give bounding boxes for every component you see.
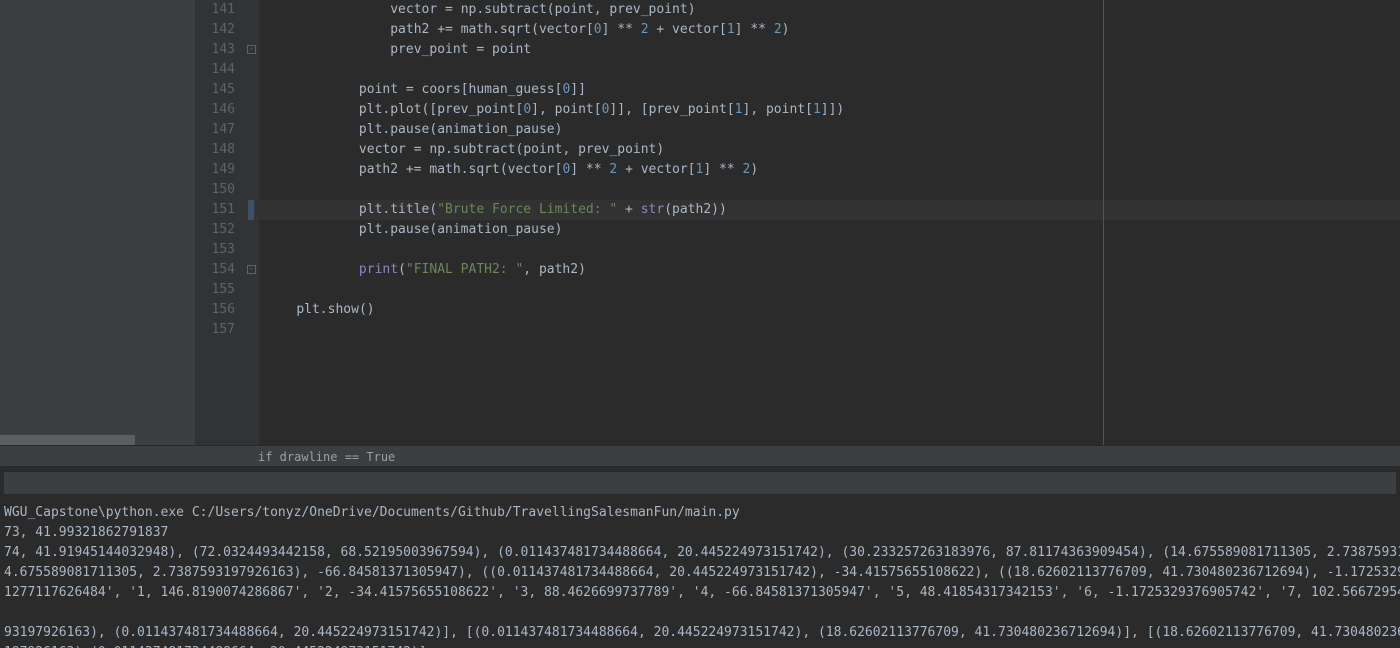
- line-number[interactable]: 145: [195, 80, 235, 100]
- code-line[interactable]: plt.pause(animation_pause): [259, 120, 1400, 140]
- code-line[interactable]: vector = np.subtract(point, prev_point): [259, 0, 1400, 20]
- scrollbar-thumb[interactable]: [0, 435, 135, 445]
- line-number[interactable]: 143: [195, 40, 235, 60]
- line-number[interactable]: 156: [195, 300, 235, 320]
- editor-area: 1411421431441451461471481491501511521531…: [0, 0, 1400, 445]
- line-number[interactable]: 142: [195, 20, 235, 40]
- project-panel: [0, 0, 195, 445]
- code-line[interactable]: point = coors[human_guess[0]]: [259, 80, 1400, 100]
- code-line[interactable]: prev_point = point: [259, 40, 1400, 60]
- line-number[interactable]: 150: [195, 180, 235, 200]
- code-line[interactable]: path2 += math.sqrt(vector[0] ** 2 + vect…: [259, 20, 1400, 40]
- code-line[interactable]: path2 += math.sqrt(vector[0] ** 2 + vect…: [259, 160, 1400, 180]
- code-line[interactable]: plt.pause(animation_pause): [259, 220, 1400, 240]
- line-number[interactable]: 147: [195, 120, 235, 140]
- fold-column[interactable]: --: [245, 0, 259, 445]
- code-line[interactable]: [259, 320, 1400, 340]
- line-number[interactable]: 141: [195, 0, 235, 20]
- breadcrumb-bar[interactable]: if drawline == True: [0, 445, 1400, 467]
- code-line[interactable]: plt.plot([prev_point[0], point[0]], [pre…: [259, 100, 1400, 120]
- code-line[interactable]: [259, 240, 1400, 260]
- fold-marker-icon[interactable]: -: [247, 265, 256, 274]
- code-line[interactable]: print("FINAL PATH2: ", path2): [259, 260, 1400, 280]
- line-number[interactable]: 157: [195, 320, 235, 340]
- line-number[interactable]: 148: [195, 140, 235, 160]
- line-number[interactable]: 155: [195, 280, 235, 300]
- code-line[interactable]: [259, 180, 1400, 200]
- line-number[interactable]: 144: [195, 60, 235, 80]
- code-line[interactable]: vector = np.subtract(point, prev_point): [259, 140, 1400, 160]
- code-line[interactable]: [259, 60, 1400, 80]
- console-output[interactable]: WGU_Capstone\python.exe C:/Users/tonyz/O…: [4, 503, 1396, 648]
- line-number[interactable]: 149: [195, 160, 235, 180]
- code-line[interactable]: plt.title("Brute Force Limited: " + str(…: [259, 200, 1400, 220]
- project-horizontal-scrollbar[interactable]: [0, 435, 195, 445]
- breadcrumb-text: if drawline == True: [258, 450, 395, 464]
- line-number[interactable]: 151: [195, 200, 235, 220]
- line-number[interactable]: 154: [195, 260, 235, 280]
- line-number[interactable]: 146: [195, 100, 235, 120]
- code-line[interactable]: plt.show(): [259, 300, 1400, 320]
- line-number-gutter[interactable]: 1411421431441451461471481491501511521531…: [195, 0, 245, 445]
- line-number[interactable]: 152: [195, 220, 235, 240]
- console-toolbar: [4, 471, 1396, 495]
- code-editor[interactable]: vector = np.subtract(point, prev_point) …: [259, 0, 1400, 445]
- editor-right-border: [1103, 0, 1104, 445]
- line-number[interactable]: 153: [195, 240, 235, 260]
- run-console[interactable]: WGU_Capstone\python.exe C:/Users/tonyz/O…: [0, 467, 1400, 648]
- caret-indicator: [248, 200, 254, 220]
- fold-marker-icon[interactable]: -: [247, 45, 256, 54]
- code-line[interactable]: [259, 280, 1400, 300]
